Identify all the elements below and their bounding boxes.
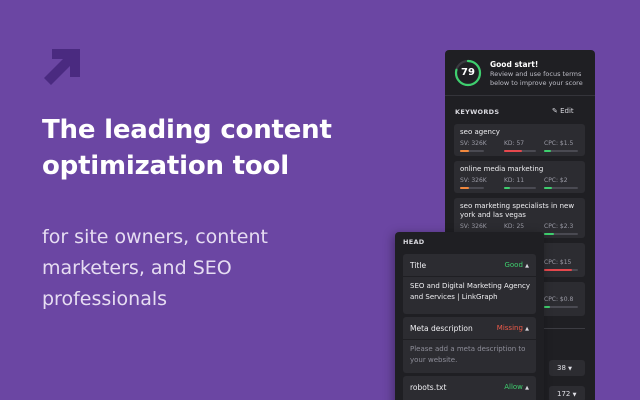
- keyword-cpc: CPC: $15: [544, 259, 572, 266]
- title-status: Good ▲: [504, 261, 529, 269]
- keyword-cpc: CPC: $0.8: [544, 296, 574, 303]
- robots-txt-card[interactable]: robots.txt Allow ▲: [403, 376, 536, 400]
- keyword-name: online media marketing: [460, 165, 544, 173]
- keyword-sv: SV: 326K: [460, 140, 487, 147]
- meta-description-label: Meta description: [410, 324, 473, 333]
- keyword-sv: SV: 326K: [460, 177, 487, 184]
- score-value: 79: [461, 67, 475, 78]
- divider: [540, 328, 585, 329]
- robots-txt-label: robots.txt: [410, 383, 447, 392]
- brand-arrow-logo: [44, 49, 80, 85]
- count-value: 38: [557, 364, 566, 372]
- divider: [445, 95, 595, 96]
- status-text: Good: [504, 261, 523, 269]
- meta-description-card[interactable]: Meta description Missing ▲ Please add a …: [403, 317, 536, 373]
- status-text: Allow: [504, 383, 523, 391]
- keyword-kd: KD: 25: [504, 223, 525, 230]
- keywords-header: KEYWORDS: [455, 108, 500, 116]
- head-panel: HEAD Title Good ▲ SEO and Digital Market…: [395, 232, 544, 400]
- meta-description-value: Please add a meta description to your we…: [410, 345, 526, 364]
- score-title: Good start!: [490, 60, 539, 69]
- cpc-bar: [544, 187, 578, 189]
- keyword-kd: KD: 57: [504, 140, 525, 147]
- keyword-name: seo agency: [460, 128, 500, 136]
- count-value: 172: [557, 390, 571, 398]
- cpc-bar: [544, 306, 578, 308]
- edit-keywords-button[interactable]: ✎ Edit: [552, 107, 574, 115]
- divider: [403, 276, 536, 277]
- keyword-cpc: CPC: $2.3: [544, 223, 574, 230]
- title-label: Title: [410, 261, 427, 270]
- keyword-name: seo marketing specialists in new york an…: [460, 202, 575, 219]
- hero-subline: for site owners, content marketers, and …: [42, 226, 268, 310]
- chevron-up-icon: ▲: [525, 385, 529, 391]
- title-value: SEO and Digital Marketing Agency and Ser…: [410, 282, 531, 301]
- keyword-cpc: CPC: $2: [544, 177, 568, 184]
- status-text: Missing: [496, 324, 523, 332]
- robots-txt-status: Allow ▲: [504, 383, 529, 391]
- keyword-sv: SV: 326K: [460, 223, 487, 230]
- sv-bar: [460, 150, 484, 152]
- cpc-bar: [544, 150, 578, 152]
- chevron-up-icon: ▲: [525, 263, 529, 269]
- score-summary: 79 Good start! Review and use focus term…: [454, 59, 589, 91]
- kd-bar: [504, 187, 536, 189]
- keyword-kd: KD: 11: [504, 177, 525, 184]
- cpc-bar: [544, 233, 578, 235]
- sv-bar: [460, 187, 484, 189]
- cpc-bar: [544, 269, 578, 271]
- count-dropdown[interactable]: 38 ▼: [549, 360, 585, 376]
- chevron-down-icon: ▼: [568, 366, 573, 372]
- edit-label: Edit: [560, 107, 574, 115]
- keyword-card[interactable]: online media marketing SV: 326K KD: 11 C…: [454, 161, 585, 193]
- count-dropdown[interactable]: 172 ▼: [549, 386, 585, 400]
- meta-description-status: Missing ▲: [497, 324, 529, 332]
- divider: [403, 339, 536, 340]
- chevron-up-icon: ▲: [525, 326, 529, 332]
- title-card[interactable]: Title Good ▲ SEO and Digital Marketing A…: [403, 254, 536, 314]
- head-section-label: HEAD: [403, 238, 425, 246]
- keyword-cpc: CPC: $1.5: [544, 140, 574, 147]
- chevron-down-icon: ▼: [572, 392, 577, 398]
- hero-headline: The leading content optimization tool: [42, 115, 332, 181]
- keyword-card[interactable]: seo agency SV: 326K KD: 57 CPC: $1.5: [454, 124, 585, 156]
- kd-bar: [504, 150, 536, 152]
- score-description: Review and use focus terms below to impr…: [490, 70, 583, 87]
- pencil-icon: ✎: [552, 107, 558, 115]
